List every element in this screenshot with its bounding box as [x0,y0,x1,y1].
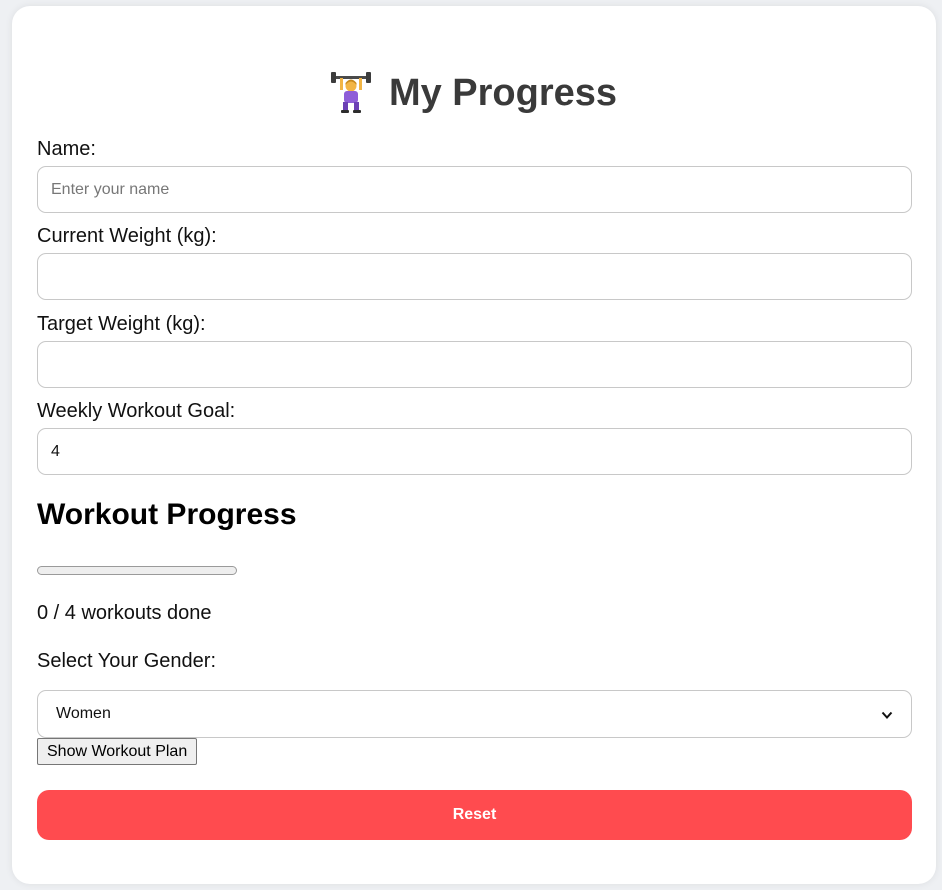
workout-progress-text: 0 / 4 workouts done [37,602,212,624]
show-workout-plan-button[interactable]: Show Workout Plan [37,738,198,765]
workout-progress-bar [37,566,237,575]
gender-label: Select Your Gender: [37,650,217,672]
reset-button[interactable]: Reset [37,790,912,840]
weekly-goal-input[interactable] [37,428,912,475]
current-weight-label: Current Weight (kg): [37,225,217,247]
gender-select[interactable]: Women [37,690,912,738]
name-input[interactable] [37,166,912,213]
name-label: Name: [37,138,96,160]
workout-progress-heading: Workout Progress [37,498,297,531]
progress-card: My Progress Name: Current Weight (kg): T… [12,6,936,884]
gender-selected-value: Women [56,705,111,722]
weightlifting-woman-icon [330,72,371,114]
chevron-down-icon [881,708,893,720]
page-header: My Progress [12,68,936,118]
weekly-goal-label: Weekly Workout Goal: [37,400,236,422]
current-weight-input[interactable] [37,253,912,300]
page-title: My Progress [388,71,618,114]
target-weight-input[interactable] [37,341,912,388]
target-weight-label: Target Weight (kg): [37,313,206,335]
